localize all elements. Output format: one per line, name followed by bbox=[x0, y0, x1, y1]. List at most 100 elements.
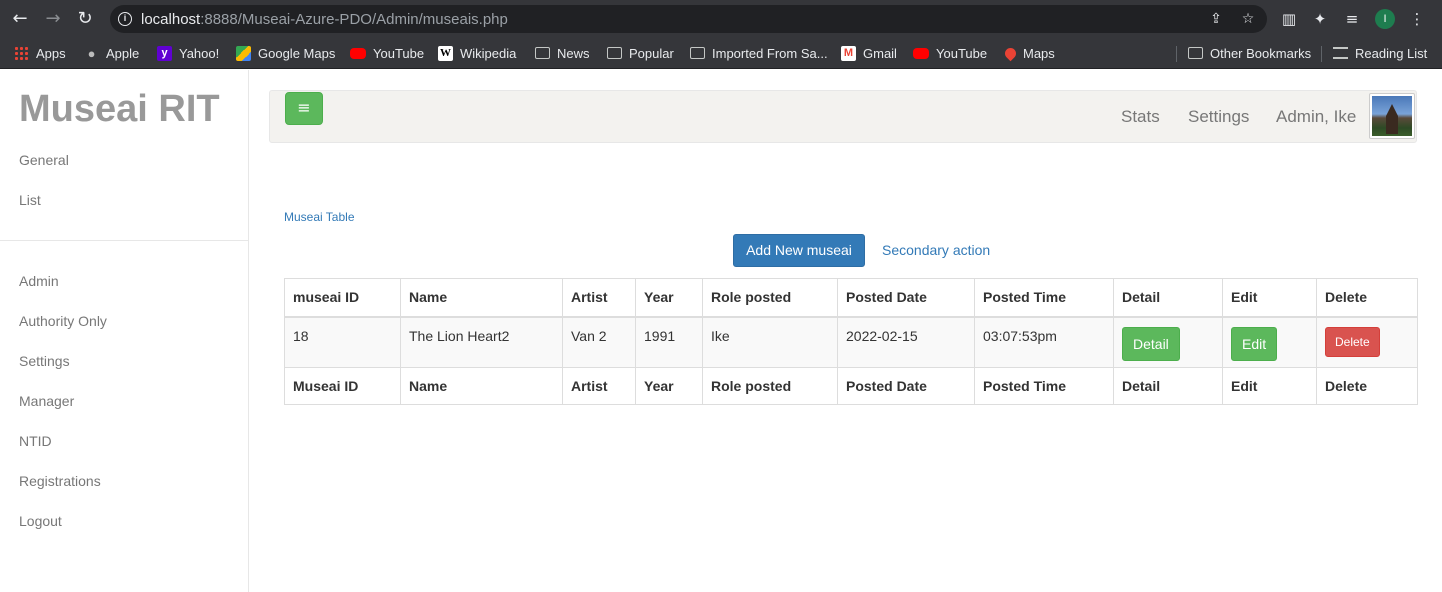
column-footer: Name bbox=[400, 367, 563, 405]
column-header: Year bbox=[635, 278, 703, 318]
cell-artist: Van 2 bbox=[562, 316, 636, 368]
sidebar-item-manager[interactable]: Manager bbox=[19, 393, 74, 409]
url-text[interactable]: localhost:8888/Museai-Azure-PDO/Admin/mu… bbox=[141, 11, 508, 28]
wikipedia-icon: W bbox=[438, 45, 453, 61]
forward-icon[interactable]: → bbox=[42, 8, 64, 30]
cell-name: The Lion Heart2 bbox=[400, 316, 563, 368]
profile-avatar[interactable]: I bbox=[1375, 9, 1395, 29]
column-header: Role posted bbox=[702, 278, 838, 318]
bookmark-other[interactable]: Other Bookmarks bbox=[1188, 43, 1311, 63]
bookmark-apple[interactable]: ● Apple bbox=[84, 43, 140, 63]
bookmark-imported[interactable]: Imported From Sa... bbox=[690, 43, 828, 63]
cell-year: 1991 bbox=[635, 316, 703, 368]
reader-mode-icon[interactable]: ▥ bbox=[1279, 9, 1299, 29]
google-maps-icon bbox=[236, 45, 251, 61]
column-footer: Posted Time bbox=[974, 367, 1114, 405]
bookmark-wikipedia[interactable]: W Wikipedia bbox=[438, 43, 516, 63]
youtube-icon bbox=[350, 47, 366, 59]
column-footer: Edit bbox=[1222, 367, 1317, 405]
column-footer: Role posted bbox=[702, 367, 838, 405]
menu-toggle-button[interactable]: ≡ bbox=[285, 92, 323, 125]
sidebar-item-admin[interactable]: Admin bbox=[19, 273, 59, 289]
nav-settings[interactable]: Settings bbox=[1188, 107, 1249, 127]
site-info-icon[interactable]: i bbox=[118, 12, 132, 26]
share-icon[interactable]: ⇪ bbox=[1208, 11, 1224, 27]
museai-table: museai ID Name Artist Year Role posted P… bbox=[284, 278, 1418, 405]
bookmark-maps[interactable]: Maps bbox=[1002, 43, 1055, 63]
more-menu-icon[interactable]: ⋮ bbox=[1407, 9, 1427, 29]
top-navbar: ≡ Stats Settings Admin, Ike bbox=[269, 90, 1417, 143]
column-header: Detail bbox=[1113, 278, 1223, 318]
column-header: Delete bbox=[1316, 278, 1418, 318]
maps-pin-icon bbox=[1002, 45, 1019, 61]
reading-list-icon bbox=[1333, 47, 1348, 59]
cell-role: Ike bbox=[702, 316, 838, 368]
folder-icon bbox=[1188, 47, 1203, 59]
table-row: 18 The Lion Heart2 Van 2 1991 Ike 2022-0… bbox=[284, 316, 1418, 368]
delete-button[interactable]: Delete bbox=[1325, 326, 1380, 357]
bookmark-google-maps[interactable]: Google Maps bbox=[236, 43, 335, 63]
folder-icon bbox=[690, 47, 705, 59]
brand-title[interactable]: Museai RIT bbox=[19, 88, 220, 131]
column-footer: Museai ID bbox=[284, 367, 401, 405]
address-bar[interactable]: i localhost:8888/Museai-Azure-PDO/Admin/… bbox=[110, 5, 1267, 33]
breadcrumb[interactable]: Museai Table bbox=[284, 210, 355, 224]
detail-button[interactable]: Detail bbox=[1122, 326, 1180, 361]
folder-icon bbox=[607, 47, 622, 59]
cell-time: 03:07:53pm bbox=[974, 316, 1114, 368]
sidebar: Museai RIT General List Admin Authority … bbox=[0, 70, 249, 592]
cell-edit: Edit bbox=[1222, 316, 1317, 368]
sidebar-item-general[interactable]: General bbox=[19, 152, 69, 168]
column-footer: Delete bbox=[1316, 367, 1418, 405]
gmail-icon: M bbox=[841, 45, 856, 61]
user-avatar[interactable] bbox=[1369, 93, 1415, 139]
sidebar-divider bbox=[0, 240, 248, 241]
media-queue-icon[interactable]: ≡ bbox=[1342, 9, 1362, 29]
column-header: Artist bbox=[562, 278, 636, 318]
bookmark-star-icon[interactable]: ☆ bbox=[1240, 11, 1256, 27]
column-header: museai ID bbox=[284, 278, 401, 318]
extensions-icon[interactable]: ✦ bbox=[1310, 9, 1330, 29]
table-footer-row: Museai ID Name Artist Year Role posted P… bbox=[284, 367, 1418, 405]
reading-list[interactable]: Reading List bbox=[1333, 43, 1427, 63]
edit-button[interactable]: Edit bbox=[1231, 326, 1278, 361]
apple-icon: ● bbox=[87, 45, 96, 61]
sidebar-item-logout[interactable]: Logout bbox=[19, 513, 62, 529]
sidebar-item-list[interactable]: List bbox=[19, 192, 41, 208]
sidebar-item-registrations[interactable]: Registrations bbox=[19, 473, 101, 489]
cell-detail: Detail bbox=[1113, 316, 1223, 368]
nav-user[interactable]: Admin, Ike bbox=[1276, 107, 1356, 127]
nav-stats[interactable]: Stats bbox=[1121, 107, 1160, 127]
secondary-action-link[interactable]: Secondary action bbox=[882, 242, 990, 258]
sidebar-item-ntid[interactable]: NTID bbox=[19, 433, 52, 449]
column-header: Name bbox=[400, 278, 563, 318]
yahoo-icon: y bbox=[157, 45, 172, 61]
apps-grid-icon bbox=[14, 45, 29, 61]
bookmarks-bar: Apps ● Apple y Yahoo! Google Maps YouTube … bbox=[0, 38, 1442, 69]
cell-date: 2022-02-15 bbox=[837, 316, 975, 368]
page: Museai RIT General List Admin Authority … bbox=[0, 70, 1442, 592]
back-icon[interactable]: ← bbox=[9, 8, 31, 30]
bookmark-youtube[interactable]: YouTube bbox=[350, 43, 424, 63]
bookmarks-separator bbox=[1321, 46, 1322, 62]
cell-delete: Delete bbox=[1316, 316, 1418, 368]
bookmark-yahoo[interactable]: y Yahoo! bbox=[157, 43, 219, 63]
reload-icon[interactable]: ↻ bbox=[74, 8, 96, 30]
table-header-row: museai ID Name Artist Year Role posted P… bbox=[284, 278, 1418, 318]
add-new-museai-button[interactable]: Add New museai bbox=[733, 234, 865, 267]
sidebar-item-authority-only[interactable]: Authority Only bbox=[19, 313, 107, 329]
cell-id: 18 bbox=[284, 316, 401, 368]
youtube-icon bbox=[913, 47, 929, 59]
bookmark-gmail[interactable]: M Gmail bbox=[841, 43, 897, 63]
folder-icon bbox=[535, 47, 550, 59]
bookmark-news[interactable]: News bbox=[535, 43, 590, 63]
avatar-image bbox=[1372, 96, 1412, 136]
bookmark-youtube-2[interactable]: YouTube bbox=[913, 43, 987, 63]
sidebar-item-settings[interactable]: Settings bbox=[19, 353, 70, 369]
browser-toolbar: ← → ↻ i localhost:8888/Museai-Azure-PDO/… bbox=[0, 0, 1442, 38]
bookmark-apps[interactable]: Apps bbox=[14, 43, 66, 63]
bookmarks-separator bbox=[1176, 46, 1177, 62]
column-footer: Artist bbox=[562, 367, 636, 405]
column-header: Posted Date bbox=[837, 278, 975, 318]
bookmark-popular[interactable]: Popular bbox=[607, 43, 674, 63]
